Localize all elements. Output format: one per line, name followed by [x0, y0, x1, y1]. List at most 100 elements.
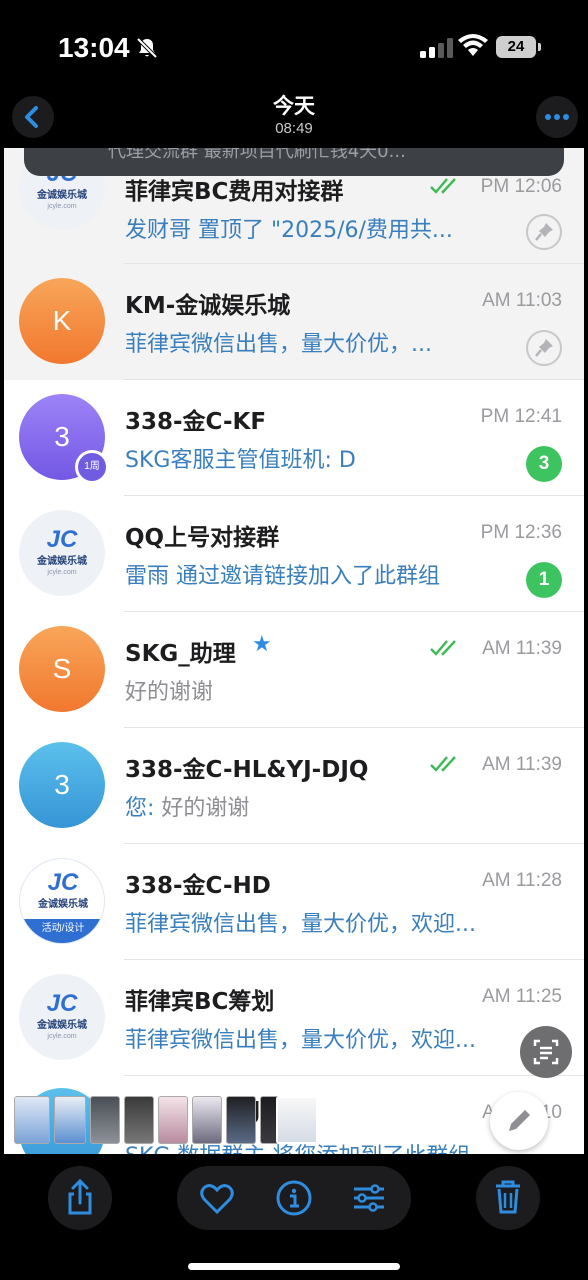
logo-sub: jcyle.com [47, 203, 77, 210]
thumbnail-strip[interactable] [14, 1096, 318, 1144]
chat-preview-text: 通过邀请链接加入了此群组 [176, 564, 441, 589]
delete-button[interactable] [476, 1166, 540, 1230]
chat-name: 菲律宾BC费用对接群 [125, 179, 344, 205]
photo-time: 08:49 [275, 120, 313, 137]
trash-icon [496, 1180, 520, 1214]
logo-text: 金诚娱乐城 [37, 1020, 87, 1031]
chat-time: AM 11:39 [482, 754, 562, 775]
chat-time: PM 12:06 [480, 176, 562, 197]
chat-preview: 好的谢谢 [125, 680, 214, 705]
chat-row[interactable]: JC 金诚娱乐城 jcyle.com 菲律宾BC筹划 AM 11:25 菲律宾微… [4, 960, 584, 1076]
unread-badge: 3 [526, 446, 562, 482]
chat-name: KM-金诚娱乐城 [125, 293, 291, 319]
wifi-icon [458, 34, 488, 56]
chat-row[interactable]: S SKG_助理 ★ AM 11:39 好的谢谢 [4, 612, 584, 728]
chat-name: SKG_助理 [125, 641, 236, 667]
top-notification-banner[interactable]: 代理交流群 最新项目代刷忙钱4天0... [24, 148, 564, 176]
share-button[interactable] [48, 1166, 112, 1230]
thumbnail[interactable] [14, 1096, 50, 1144]
chat-name: 338-金C-KF [125, 409, 267, 435]
chat-time: PM 12:36 [480, 522, 562, 543]
chat-preview: 发财哥 置顶了 "2025/6/费用共... [125, 218, 453, 243]
chat-time: AM 11:25 [482, 986, 562, 1007]
share-icon [68, 1178, 92, 1215]
chat-name: QQ上号对接群 [125, 525, 280, 551]
star-icon: ★ [252, 632, 272, 657]
photo-header: 今天 08:49 [0, 90, 588, 148]
pin-icon [535, 339, 553, 357]
chat-preview: 菲律宾微信出售，量大价优，欢迎... [125, 1028, 476, 1053]
double-check-icon [430, 756, 456, 772]
pin-indicator [526, 214, 562, 250]
logo-sub: jcyle.com [47, 569, 77, 576]
chat-preview: 雷雨 通过邀请链接加入了此群组 [125, 558, 520, 590]
double-check-icon [430, 178, 456, 194]
signal-icon [420, 38, 453, 58]
thumbnail[interactable] [54, 1096, 86, 1144]
logo-text: 金诚娱乐城 [38, 899, 88, 910]
chat-sender: 雷雨 [125, 564, 170, 589]
chat-row[interactable]: 3 1周 338-金C-KF PM 12:41 SKG客服主管值班机: D 3 [4, 380, 584, 496]
avatar: 3 [19, 742, 105, 828]
photo-toolbar [0, 1154, 588, 1280]
logo-text: 金诚娱乐城 [37, 190, 87, 201]
screenshot-image[interactable]: JC 金诚娱乐城 jcyle.com 菲律宾BC费用对接群 PM 12:06 发… [4, 148, 584, 1154]
unread-badge: 1 [526, 562, 562, 598]
chat-sender: 您: [125, 796, 155, 821]
action-group [177, 1166, 411, 1230]
chat-name: 菲律宾BC筹划 [125, 989, 275, 1015]
double-check-icon [430, 640, 456, 656]
pin-icon [535, 223, 553, 241]
battery-nub [538, 43, 541, 51]
more-icon [545, 114, 569, 120]
chat-time: AM 11:03 [482, 290, 562, 311]
logo-mark: JC [46, 526, 78, 553]
info-icon[interactable] [274, 1178, 314, 1218]
pin-indicator [526, 330, 562, 366]
logo-band: 活动/设计 [20, 919, 104, 943]
heart-icon[interactable] [197, 1178, 237, 1218]
chat-preview: 您: 好的谢谢 [125, 790, 520, 822]
thumbnail[interactable] [226, 1096, 256, 1144]
chat-preview-text: 好的谢谢 [161, 796, 250, 821]
thumbnail-current[interactable] [276, 1096, 318, 1144]
chat-row[interactable]: K KM-金诚娱乐城 AM 11:03 菲律宾微信出售，量大价优，... [4, 264, 584, 380]
chat-row[interactable]: 3 338-金C-HL&YJ-DJQ AM 11:39 您: 好的谢谢 [4, 728, 584, 844]
chat-preview: 菲律宾微信出售，量大价优，... [125, 332, 432, 357]
photo-date: 今天 [273, 94, 315, 118]
chat-time: AM 11:39 [482, 638, 562, 659]
logo-text: 金诚娱乐城 [37, 556, 87, 567]
live-text-button[interactable] [520, 1026, 572, 1078]
thumbnail[interactable] [124, 1096, 154, 1144]
status-time: 13:04 [58, 32, 130, 63]
chat-time: PM 12:41 [480, 406, 562, 427]
photo-viewer: 13:04 24 今天 08:49 金诚娱乐城 jcyle.com 菲律宾BC费… [0, 0, 588, 1280]
avatar: JC 金诚娱乐城 jcyle.com [19, 510, 105, 596]
battery-level: 24 [496, 36, 536, 58]
home-indicator [188, 1263, 400, 1270]
chat-row[interactable]: JC 金诚娱乐城 jcyle.com QQ上号对接群 PM 12:36 雷雨 通… [4, 496, 584, 612]
more-button[interactable] [536, 96, 578, 138]
thumbnail[interactable] [158, 1096, 188, 1144]
back-button[interactable] [12, 96, 54, 138]
story-badge: 1周 [75, 450, 109, 484]
chat-row[interactable]: JC 金诚娱乐城 活动/设计 338-金C-HD AM 11:28 菲律宾微信出… [4, 844, 584, 960]
logo-mark: JC [47, 869, 79, 896]
bell-slash-icon [136, 37, 158, 59]
logo-mark: JC [46, 990, 78, 1017]
chat-name: 338-金C-HL&YJ-DJQ [125, 757, 369, 783]
chat-preview: 菲律宾微信出售，量大价优，欢迎... [125, 912, 476, 937]
status-bar: 13:04 24 [0, 0, 588, 90]
chat-name: 338-金C-HD [125, 873, 271, 899]
logo-sub: jcyle.com [47, 1033, 77, 1040]
thumbnail[interactable] [192, 1096, 222, 1144]
compose-button[interactable] [490, 1092, 548, 1150]
avatar: K [19, 278, 105, 364]
adjust-icon[interactable] [349, 1178, 389, 1218]
scan-text-icon [533, 1039, 559, 1065]
thumbnail[interactable] [90, 1096, 120, 1144]
chat-preview: SKG客服主管值班机: D [125, 448, 356, 473]
chat-time: AM 11:28 [482, 870, 562, 891]
pencil-icon [509, 1110, 530, 1131]
avatar: JC 金诚娱乐城 jcyle.com [19, 974, 105, 1060]
